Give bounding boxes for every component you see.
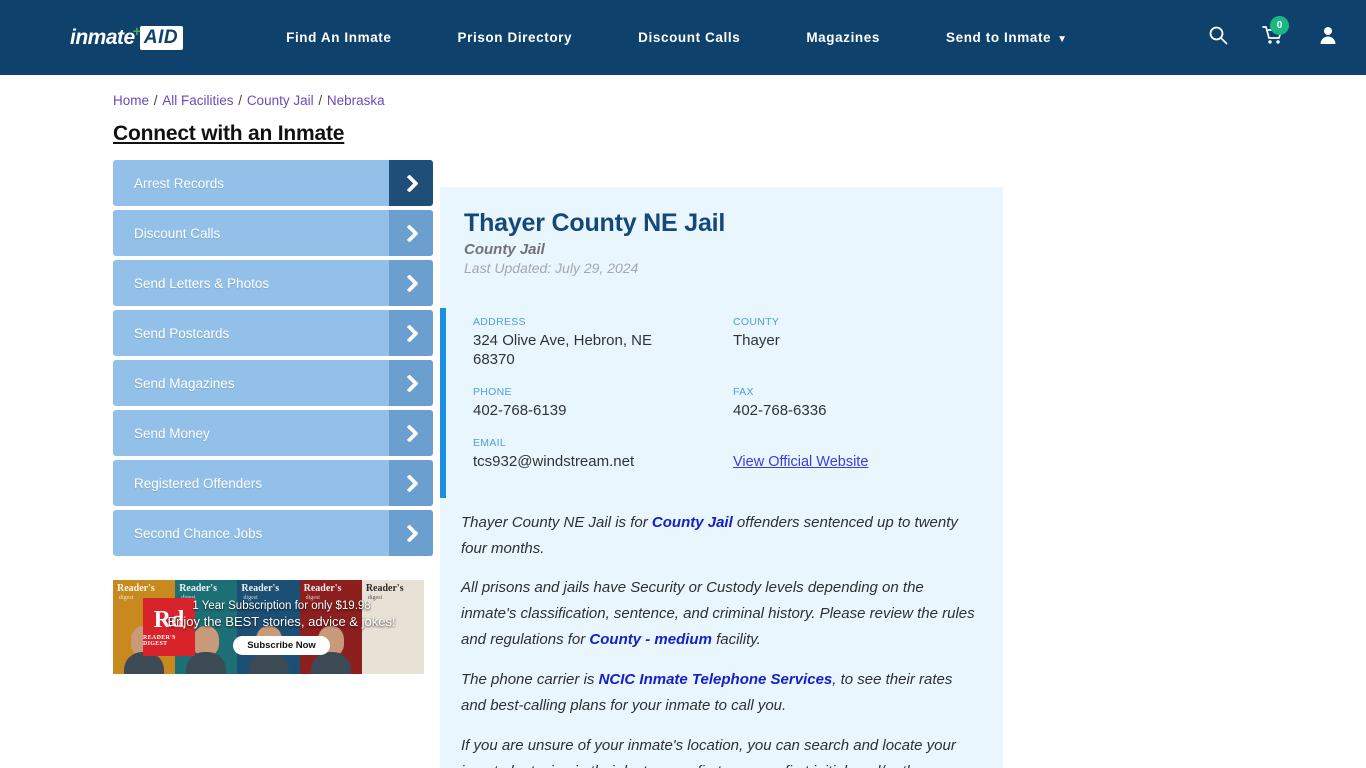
main-content: Thayer County NE Jail County Jail Last U… xyxy=(440,75,1366,768)
chevron-right-icon xyxy=(389,160,433,206)
county-jail-link[interactable]: County Jail xyxy=(652,514,733,531)
facility-header: Thayer County NE Jail County Jail Last U… xyxy=(440,209,1003,276)
chevron-right-icon xyxy=(389,360,433,406)
nav-item-prison-directory[interactable]: Prison Directory xyxy=(425,30,606,45)
header-icon-group: 0 xyxy=(1198,16,1338,50)
chevron-right-icon xyxy=(389,210,433,256)
description-paragraph-4: If you are unsure of your inmate's locat… xyxy=(461,733,979,768)
contact-label: PHONE xyxy=(473,385,512,398)
chevron-right-icon xyxy=(389,510,433,556)
cart-count-badge: 0 xyxy=(1270,16,1289,35)
left-sidebar: Home / All Facilities / County Jail / Ne… xyxy=(0,75,440,768)
logo-text: inmate xyxy=(70,25,135,49)
chevron-down-icon: ▼ xyxy=(1057,34,1068,45)
nav-label: Magazines xyxy=(806,30,880,45)
contact-website: View Official Website xyxy=(733,437,979,472)
p3-text-a: The phone carrier is xyxy=(461,671,599,689)
breadcrumb-item-county-jail[interactable]: County Jail xyxy=(247,93,314,108)
breadcrumb-separator: / xyxy=(150,93,162,108)
ad-subheadline: Enjoy the BEST stories, advice & jokes! xyxy=(167,613,396,629)
sidebar-item-label: Discount Calls xyxy=(134,225,221,241)
advertisement-banner[interactable]: Reader's digest Reader's digest Reader's… xyxy=(113,580,424,674)
description-paragraph-2: All prisons and jails have Security or C… xyxy=(461,575,979,653)
sidebar-item-label: Send Money xyxy=(134,425,210,441)
nav-label: Discount Calls xyxy=(638,30,741,45)
logo-plus-icon: + xyxy=(132,22,141,39)
facility-contact-info: ADDRESS 324 Olive Ave, Hebron, NE 68370 … xyxy=(440,308,1003,498)
contact-label: ADDRESS xyxy=(473,316,526,328)
search-icon[interactable] xyxy=(1208,25,1228,50)
ad-subscribe-button[interactable]: Subscribe Now xyxy=(233,635,330,655)
sidebar-item-second-chance-jobs[interactable]: Second Chance Jobs xyxy=(113,510,433,556)
nav-label: Prison Directory xyxy=(457,30,573,45)
breadcrumb-item-all-facilities[interactable]: All Facilities xyxy=(162,93,233,108)
sidebar-menu: Arrest Records Discount Calls Send Lette… xyxy=(113,160,433,556)
sidebar-item-send-postcards[interactable]: Send Postcards xyxy=(113,310,433,356)
contact-value: 402-768-6336 xyxy=(733,401,827,419)
sidebar-item-send-magazines[interactable]: Send Magazines xyxy=(113,360,433,406)
sidebar-item-label: Send Letters & Photos xyxy=(134,275,270,291)
contact-value: 324 Olive Ave, Hebron, NE 68370 xyxy=(473,332,652,368)
contact-county: COUNTY Thayer xyxy=(733,316,979,370)
logo-aid-badge: AID xyxy=(139,25,184,50)
p1-text-a: Thayer County NE Jail is for xyxy=(461,513,652,531)
sidebar-item-registered-offenders[interactable]: Registered Offenders xyxy=(113,460,433,506)
county-medium-link[interactable]: County - medium xyxy=(589,631,712,648)
nav-item-find-an-inmate[interactable]: Find An Inmate xyxy=(253,30,424,45)
contact-value: Thayer xyxy=(733,332,780,349)
page-body: Home / All Facilities / County Jail / Ne… xyxy=(0,75,1366,768)
contact-address: ADDRESS 324 Olive Ave, Hebron, NE 68370 xyxy=(473,316,719,370)
view-official-website-link[interactable]: View Official Website xyxy=(733,454,868,470)
sidebar-item-label: Arrest Records xyxy=(134,175,225,191)
nav-item-magazines[interactable]: Magazines xyxy=(773,30,913,45)
chevron-right-icon xyxy=(389,310,433,356)
breadcrumb-item-nebraska[interactable]: Nebraska xyxy=(327,93,385,108)
contact-fax: FAX 402-768-6336 xyxy=(733,386,979,421)
description-paragraph-3: The phone carrier is NCIC Inmate Telepho… xyxy=(461,667,979,719)
contact-label: FAX xyxy=(733,385,754,398)
sidebar-item-discount-calls[interactable]: Discount Calls xyxy=(113,210,433,256)
nav-label: Find An Inmate xyxy=(286,30,392,45)
main-navigation: Find An Inmate Prison Directory Discount… xyxy=(253,30,1198,45)
chevron-right-icon xyxy=(389,460,433,506)
nav-label: Send to Inmate xyxy=(946,30,1052,45)
contact-value: 402-768-6139 xyxy=(473,401,567,419)
sidebar-item-send-letters-photos[interactable]: Send Letters & Photos xyxy=(113,260,433,306)
p4-text-a: If you are unsure of your inmate's locat… xyxy=(461,737,956,768)
contact-label: COUNTY xyxy=(733,316,780,328)
last-updated-text: Last Updated: July 29, 2024 xyxy=(464,260,639,276)
ad-headline: 1 Year Subscription for only $19.98 xyxy=(192,599,371,612)
contact-value: tcs932@windstream.net xyxy=(473,452,635,470)
chevron-right-icon xyxy=(389,260,433,306)
sidebar-item-arrest-records[interactable]: Arrest Records xyxy=(113,160,433,206)
user-account-icon[interactable] xyxy=(1318,25,1338,50)
facility-description: Thayer County NE Jail is for County Jail… xyxy=(440,498,1003,768)
facility-type: County Jail xyxy=(464,241,545,258)
phone-carrier-link[interactable]: NCIC Inmate Telephone Services xyxy=(599,671,833,688)
chevron-right-icon xyxy=(389,410,433,456)
facility-card: Thayer County NE Jail County Jail Last U… xyxy=(440,187,1003,768)
sidebar-item-label: Send Postcards xyxy=(134,325,230,341)
contact-phone: PHONE 402-768-6139 xyxy=(473,386,719,421)
site-header: inmate + AID Find An Inmate Prison Directo… xyxy=(0,0,1366,75)
site-logo[interactable]: inmate + AID xyxy=(70,22,184,54)
contact-email: EMAIL tcs932@windstream.net xyxy=(473,437,719,472)
nav-item-send-to-inmate[interactable]: Send to Inmate ▼ xyxy=(913,30,1101,45)
sidebar-item-label: Registered Offenders xyxy=(134,475,263,491)
breadcrumb-separator: / xyxy=(234,93,246,108)
page-title: Thayer County NE Jail xyxy=(464,209,726,237)
ad-overlay: 1 Year Subscription for only $19.98 Enjo… xyxy=(113,580,424,674)
breadcrumb-separator: / xyxy=(314,93,326,108)
cart-icon[interactable]: 0 xyxy=(1262,16,1289,50)
sidebar-heading: Connect with an Inmate xyxy=(113,122,345,145)
sidebar-item-label: Second Chance Jobs xyxy=(134,525,263,541)
nav-item-discount-calls[interactable]: Discount Calls xyxy=(605,30,773,45)
breadcrumb: Home / All Facilities / County Jail / Ne… xyxy=(113,93,440,108)
p2-text-b: facility. xyxy=(711,631,761,649)
breadcrumb-item-home[interactable]: Home xyxy=(113,93,149,108)
description-paragraph-1: Thayer County NE Jail is for County Jail… xyxy=(461,510,979,562)
sidebar-item-send-money[interactable]: Send Money xyxy=(113,410,433,456)
sidebar-item-label: Send Magazines xyxy=(134,375,235,391)
contact-label: EMAIL xyxy=(473,436,507,449)
